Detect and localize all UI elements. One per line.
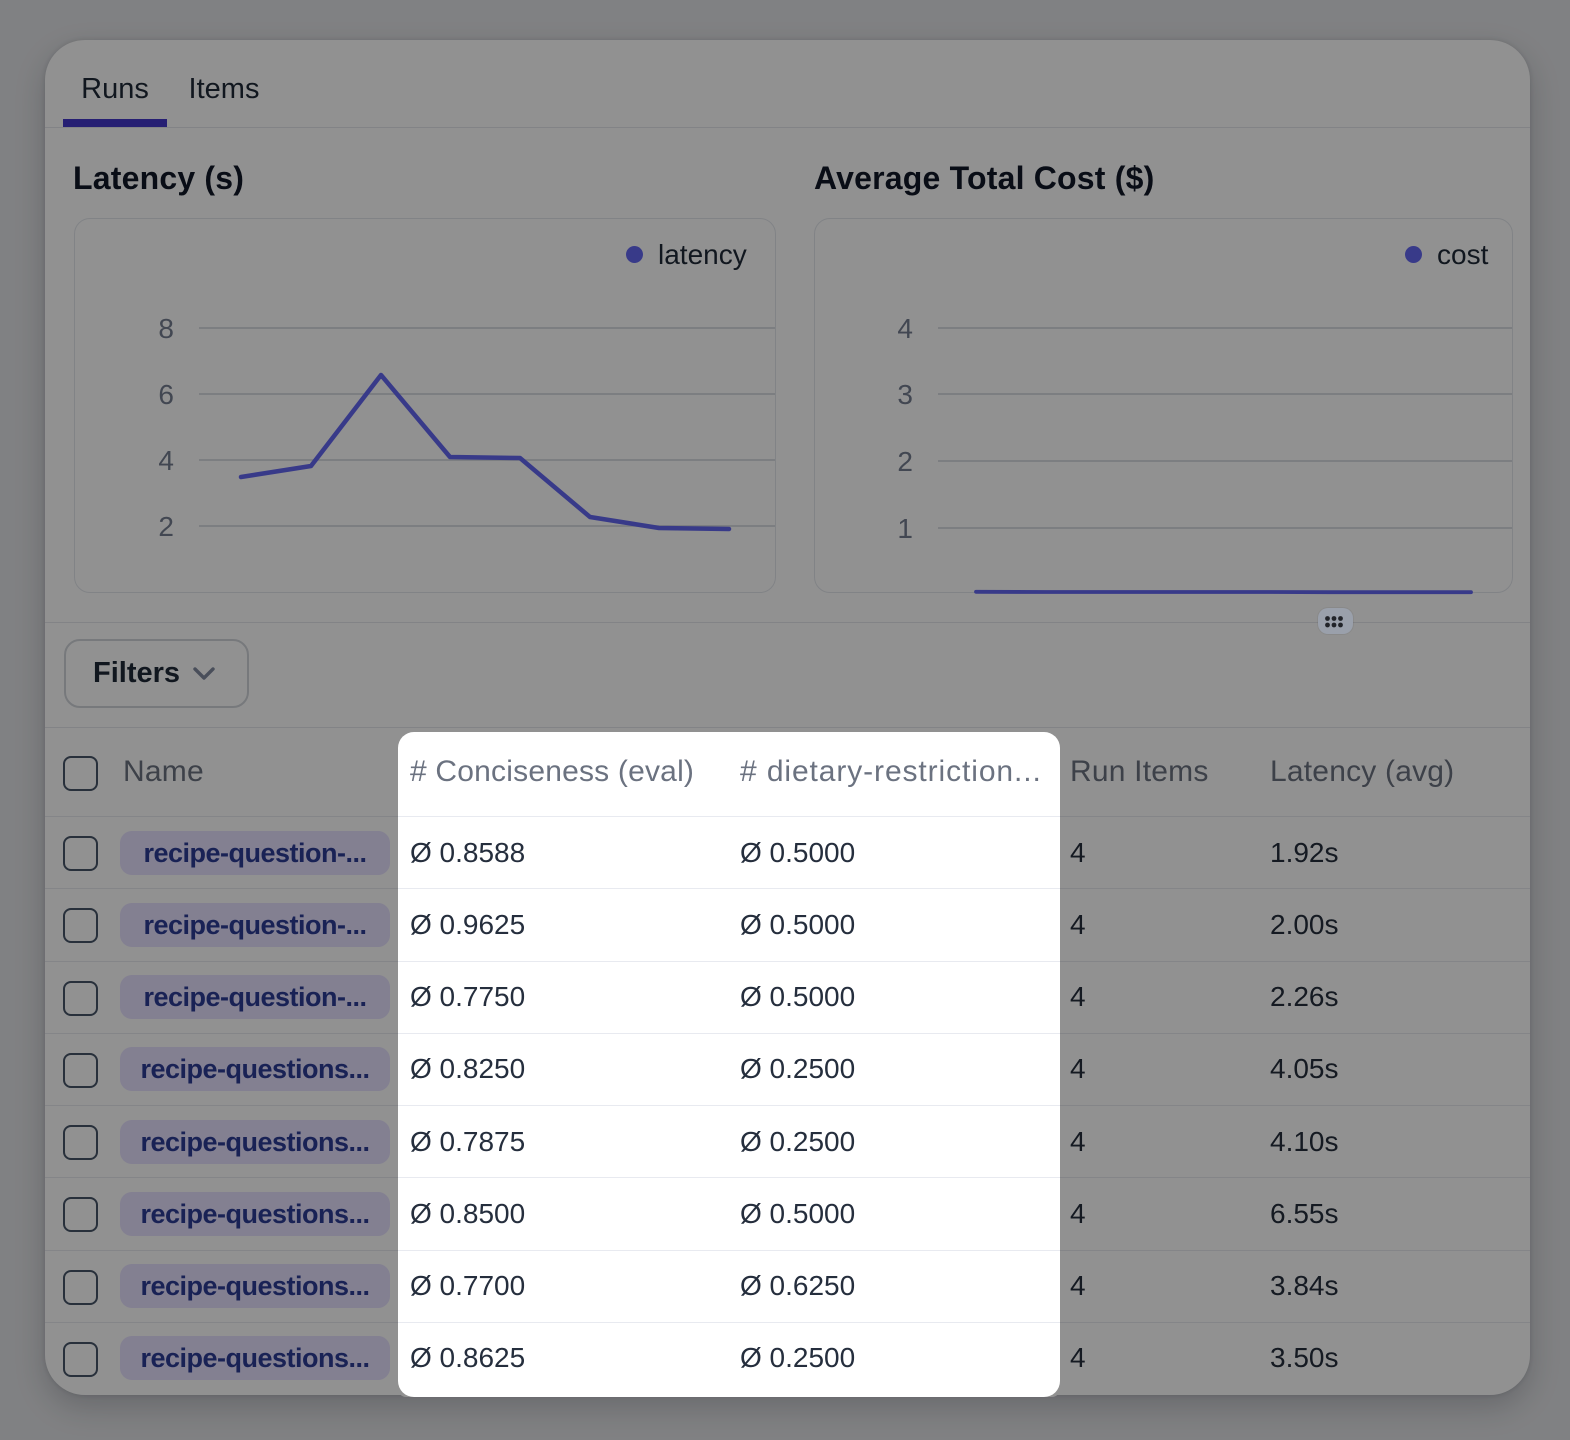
svg-text:6: 6 — [158, 379, 174, 410]
svg-text:2: 2 — [158, 511, 174, 542]
svg-text:4: 4 — [897, 313, 913, 344]
svg-text:4: 4 — [158, 445, 174, 476]
svg-text:3: 3 — [897, 379, 913, 410]
svg-text:8: 8 — [158, 313, 174, 344]
svg-text:2: 2 — [897, 446, 913, 477]
svg-text:1: 1 — [897, 513, 913, 544]
